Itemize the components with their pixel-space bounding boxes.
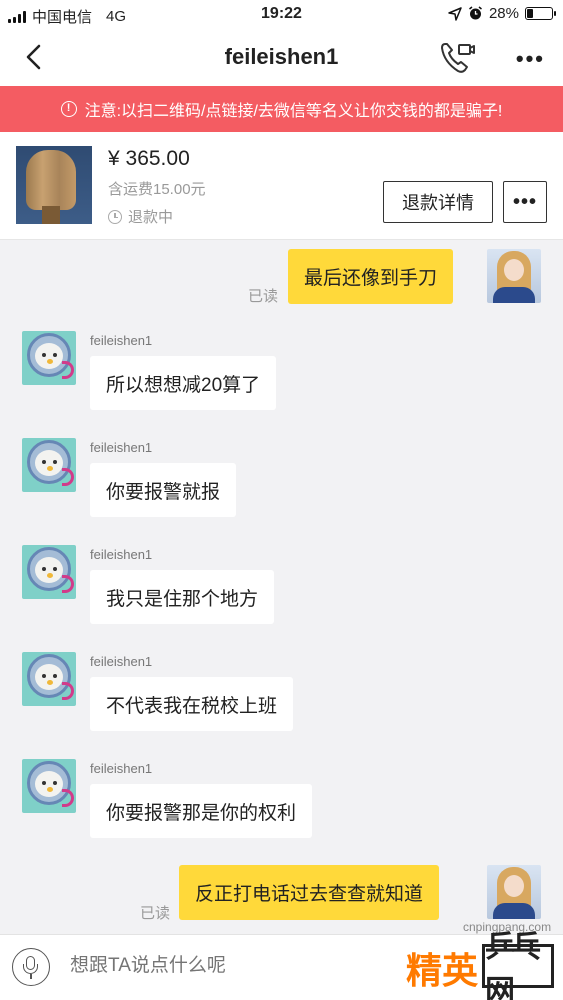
message-bubble-incoming[interactable]: 不代表我在税校上班 (90, 677, 294, 731)
order-status-label: 退款中 (128, 209, 174, 226)
product-price: ¥ 365.00 (108, 147, 190, 170)
watermark-site: 乒乓网 (482, 931, 554, 1000)
refund-details-button[interactable]: 退款详情 (383, 181, 493, 223)
order-status: 退款中 (108, 206, 173, 227)
message-bubble-incoming[interactable]: 我只是住那个地方 (90, 570, 275, 624)
product-card[interactable]: ¥ 365.00 含运费15.00元 退款中 退款详情 ••• (0, 132, 563, 240)
message-bubble-incoming[interactable]: 你要报警就报 (90, 463, 237, 517)
battery-icon (525, 7, 556, 20)
status-bar: 中国电信 4G 19:22 28% (0, 0, 563, 30)
alarm-clock-icon (469, 6, 482, 20)
location-arrow-icon (448, 6, 462, 21)
message-bubble-incoming[interactable]: 所以想想减20算了 (90, 356, 277, 410)
seller-avatar[interactable] (22, 331, 76, 385)
watermark-brand: 精英 (406, 950, 479, 992)
message-bubble-outgoing[interactable]: 最后还像到手刀 (288, 249, 454, 304)
status-right: 28% (448, 5, 556, 22)
my-avatar[interactable] (487, 865, 541, 919)
message-bubble-outgoing[interactable]: 反正打电话过去查查就知道 (179, 865, 440, 920)
clock-icon (108, 209, 122, 224)
battery-percent: 28% (488, 5, 519, 22)
shipping-fee: 含运费15.00元 (108, 181, 206, 198)
message-bubble-incoming[interactable]: 你要报警那是你的权利 (90, 784, 313, 838)
seller-avatar[interactable] (22, 652, 76, 706)
order-more-button[interactable]: ••• (503, 181, 547, 223)
chat-title: feileishen1 (224, 44, 339, 69)
warning-info-icon: ! (60, 101, 77, 117)
sender-name: feileishen1 (90, 654, 153, 669)
sender-name: feileishen1 (90, 333, 153, 348)
product-thumbnail[interactable] (16, 146, 92, 224)
my-avatar[interactable] (487, 249, 541, 303)
message-input[interactable] (70, 955, 370, 977)
sender-name: feileishen1 (90, 440, 153, 455)
read-receipt: 已读 (248, 288, 279, 305)
sender-name: feileishen1 (90, 547, 153, 562)
seller-avatar[interactable] (22, 759, 76, 813)
microphone-icon[interactable] (12, 948, 50, 986)
warning-text: 注意:以扫二维码/点链接/去微信等名义让你交钱的都是骗子! (84, 103, 503, 120)
read-receipt: 已读 (140, 905, 171, 922)
phone-call-icon[interactable] (437, 40, 477, 76)
nav-bar: feileishen1 ••• (0, 30, 563, 86)
more-options-icon[interactable]: ••• (516, 46, 545, 72)
seller-avatar[interactable] (22, 438, 76, 492)
seller-avatar[interactable] (22, 545, 76, 599)
sender-name: feileishen1 (90, 761, 153, 776)
site-watermark-logo: 精英 乒乓网 (378, 931, 560, 1000)
fraud-warning-banner: ! 注意:以扫二维码/点链接/去微信等名义让你交钱的都是骗子! (0, 86, 563, 132)
